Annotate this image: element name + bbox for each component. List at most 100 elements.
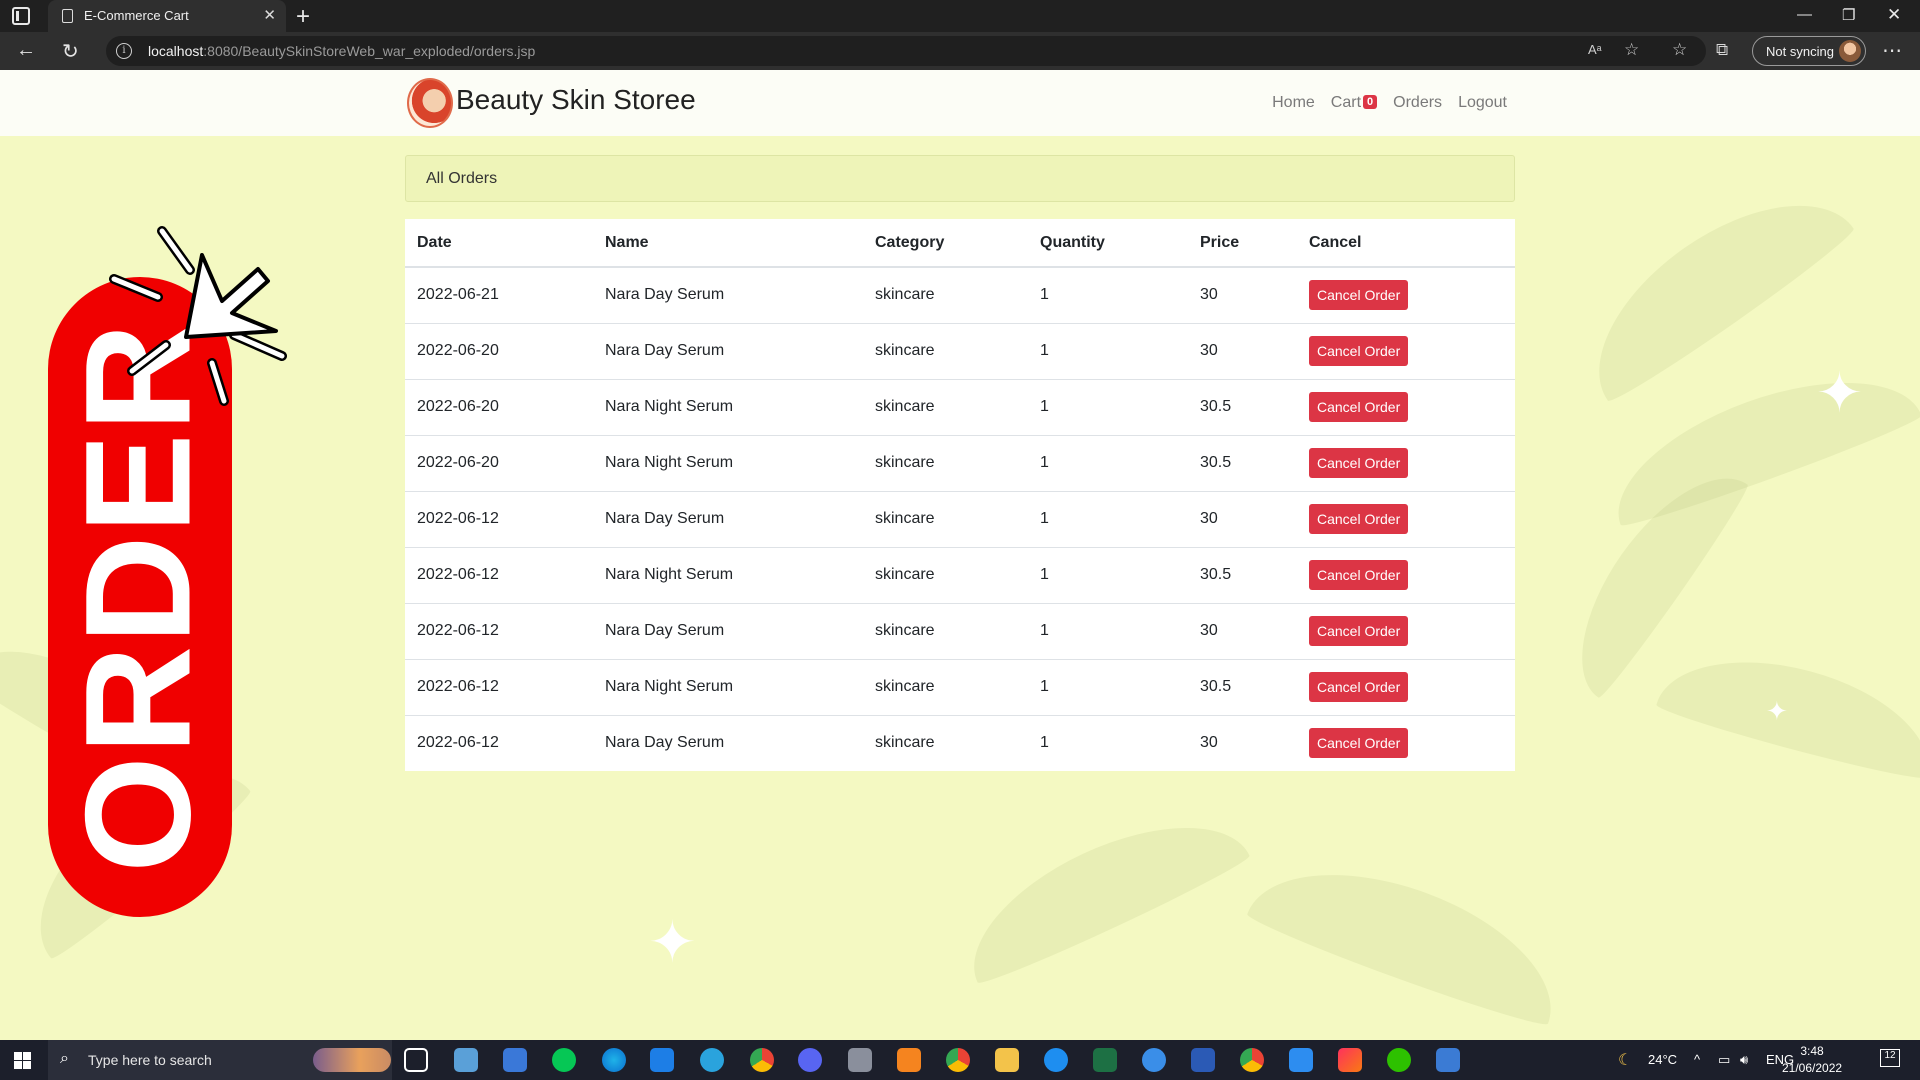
cancel-order-button[interactable]: Cancel Order (1309, 672, 1409, 702)
chrome-profile-icon[interactable] (946, 1048, 970, 1072)
clock-time: 3:48 (1800, 1044, 1824, 1058)
discord-app-icon[interactable] (798, 1048, 822, 1072)
orders-heading: All Orders (426, 170, 498, 187)
site-info-icon[interactable]: i (116, 43, 132, 59)
order-quantity: 1 (1028, 434, 1188, 491)
store-app-icon[interactable] (503, 1048, 527, 1072)
order-product-name: Nara Night Serum (593, 434, 863, 491)
url-text: localhost:8080/BeautySkinStoreWeb_war_ex… (148, 43, 536, 59)
table-header-row: Date Name Category Quantity Price Cancel (405, 219, 1515, 268)
cancel-order-button[interactable]: Cancel Order (1309, 336, 1409, 366)
table-row: 2022-06-21 Nara Day Serum skincare 1 30 … (405, 266, 1515, 323)
read-aloud-icon[interactable]: Aᵃ (1588, 42, 1602, 57)
order-category: skincare (863, 378, 1028, 435)
close-window-icon[interactable]: ✕ (1887, 5, 1901, 25)
photos-app-icon[interactable] (1436, 1048, 1460, 1072)
order-date: 2022-06-21 (405, 266, 593, 323)
windows-start-icon[interactable] (14, 1052, 31, 1069)
cancel-order-button[interactable]: Cancel Order (1309, 616, 1409, 646)
brand-logo[interactable] (407, 78, 453, 128)
table-row: 2022-06-20 Nara Day Serum skincare 1 30 … (405, 322, 1515, 379)
search-icon: ⌕ (60, 1050, 69, 1067)
notification-center-icon[interactable]: 12 (1880, 1049, 1900, 1067)
favorites-icon[interactable]: ☆ (1672, 40, 1687, 60)
browser-tab[interactable]: E-Commerce Cart ✕ (48, 0, 286, 32)
table-row: 2022-06-20 Nara Night Serum skincare 1 3… (405, 434, 1515, 491)
order-quantity: 1 (1028, 322, 1188, 379)
column-header-price: Price (1188, 219, 1297, 268)
file-explorer-icon[interactable] (995, 1048, 1019, 1072)
add-favorite-icon[interactable]: ☆ (1624, 40, 1639, 60)
order-date: 2022-06-12 (405, 490, 593, 547)
brand-name[interactable]: Beauty Skin Storee (456, 84, 696, 116)
app-icon[interactable] (1044, 1048, 1068, 1072)
column-header-category: Category (863, 219, 1028, 268)
word-app-icon[interactable] (1191, 1048, 1215, 1072)
order-quantity: 1 (1028, 714, 1188, 771)
notes-app-icon[interactable] (454, 1048, 478, 1072)
order-date: 2022-06-12 (405, 714, 593, 771)
column-header-quantity: Quantity (1028, 219, 1188, 268)
cancel-order-button[interactable]: Cancel Order (1309, 728, 1409, 759)
nav-cart-link[interactable]: Cart 0 (1331, 94, 1378, 112)
search-placeholder: Type here to search (88, 1052, 212, 1068)
order-category: skincare (863, 434, 1028, 491)
collections-icon[interactable]: ⧉ (1716, 40, 1728, 60)
back-icon[interactable]: ← (16, 39, 36, 62)
table-row: 2022-06-12 Nara Night Serum skincare 1 3… (405, 658, 1515, 715)
site-navbar: Beauty Skin Storee Home Cart 0 Orders Log… (0, 70, 1920, 136)
order-category: skincare (863, 714, 1028, 771)
telegram-app-icon[interactable] (700, 1048, 724, 1072)
search-highlight-icon (313, 1048, 391, 1072)
app-icon[interactable] (1142, 1048, 1166, 1072)
cancel-order-button[interactable]: Cancel Order (1309, 280, 1409, 311)
excel-app-icon[interactable] (1093, 1048, 1117, 1072)
address-bar[interactable]: i localhost:8080/BeautySkinStoreWeb_war_… (106, 36, 1706, 66)
new-tab-icon[interactable]: + (296, 3, 310, 31)
order-quantity: 1 (1028, 546, 1188, 603)
weather-temperature[interactable]: 24°C (1648, 1052, 1677, 1067)
refresh-icon[interactable]: ↻ (62, 39, 79, 64)
task-view-icon[interactable] (404, 1048, 428, 1072)
app-icon[interactable] (1289, 1048, 1313, 1072)
cancel-order-button[interactable]: Cancel Order (1309, 448, 1409, 478)
column-header-cancel: Cancel (1297, 219, 1515, 268)
order-product-name: Nara Day Serum (593, 490, 863, 547)
order-price: 30 (1188, 602, 1297, 659)
sparkle-icon: ✦ (1816, 361, 1863, 424)
profile-sync-button[interactable]: Not syncing (1752, 36, 1866, 66)
table-row: 2022-06-12 Nara Day Serum skincare 1 30 … (405, 602, 1515, 659)
cancel-order-button[interactable]: Cancel Order (1309, 560, 1409, 590)
nav-home-link[interactable]: Home (1272, 94, 1315, 112)
mail-app-icon[interactable] (650, 1048, 674, 1072)
close-tab-icon[interactable]: ✕ (263, 6, 276, 24)
app-icon[interactable] (897, 1048, 921, 1072)
weather-icon[interactable]: ☾ (1618, 1050, 1632, 1070)
order-product-name: Nara Day Serum (593, 602, 863, 659)
table-row: 2022-06-12 Nara Night Serum skincare 1 3… (405, 546, 1515, 603)
restore-icon[interactable]: ❐ (1842, 6, 1855, 24)
orders-table: Date Name Category Quantity Price Cancel… (405, 219, 1515, 771)
chrome-profile-icon[interactable] (1240, 1048, 1264, 1072)
chrome-app-icon[interactable] (750, 1048, 774, 1072)
volume-icon[interactable]: 🔊︎ (1740, 1052, 1748, 1068)
nav-orders-link[interactable]: Orders (1393, 94, 1442, 112)
show-hidden-icons-icon[interactable]: ^ (1694, 1052, 1700, 1067)
wechat-app-icon[interactable] (1387, 1048, 1411, 1072)
order-date: 2022-06-20 (405, 322, 593, 379)
leaf-decoration (1244, 837, 1576, 1033)
cancel-order-button[interactable]: Cancel Order (1309, 504, 1409, 534)
minimize-icon[interactable]: — (1797, 6, 1812, 23)
camera-app-icon[interactable] (848, 1048, 872, 1072)
page-viewport: ✦ ✦ ✦ ORDER Beauty Skin Storee Home Cart… (0, 70, 1920, 1040)
taskbar-clock[interactable]: 3:48 21/06/2022 (1782, 1043, 1842, 1077)
intellij-app-icon[interactable] (1338, 1048, 1362, 1072)
more-options-icon[interactable]: ⋯ (1882, 38, 1902, 63)
tab-actions-icon[interactable] (12, 7, 30, 25)
edge-app-icon[interactable] (602, 1048, 626, 1072)
network-icon[interactable]: ▭ (1718, 1052, 1730, 1068)
order-price: 30 (1188, 266, 1297, 323)
nav-logout-link[interactable]: Logout (1458, 94, 1507, 112)
cancel-order-button[interactable]: Cancel Order (1309, 392, 1409, 422)
line-app-icon[interactable] (552, 1048, 576, 1072)
